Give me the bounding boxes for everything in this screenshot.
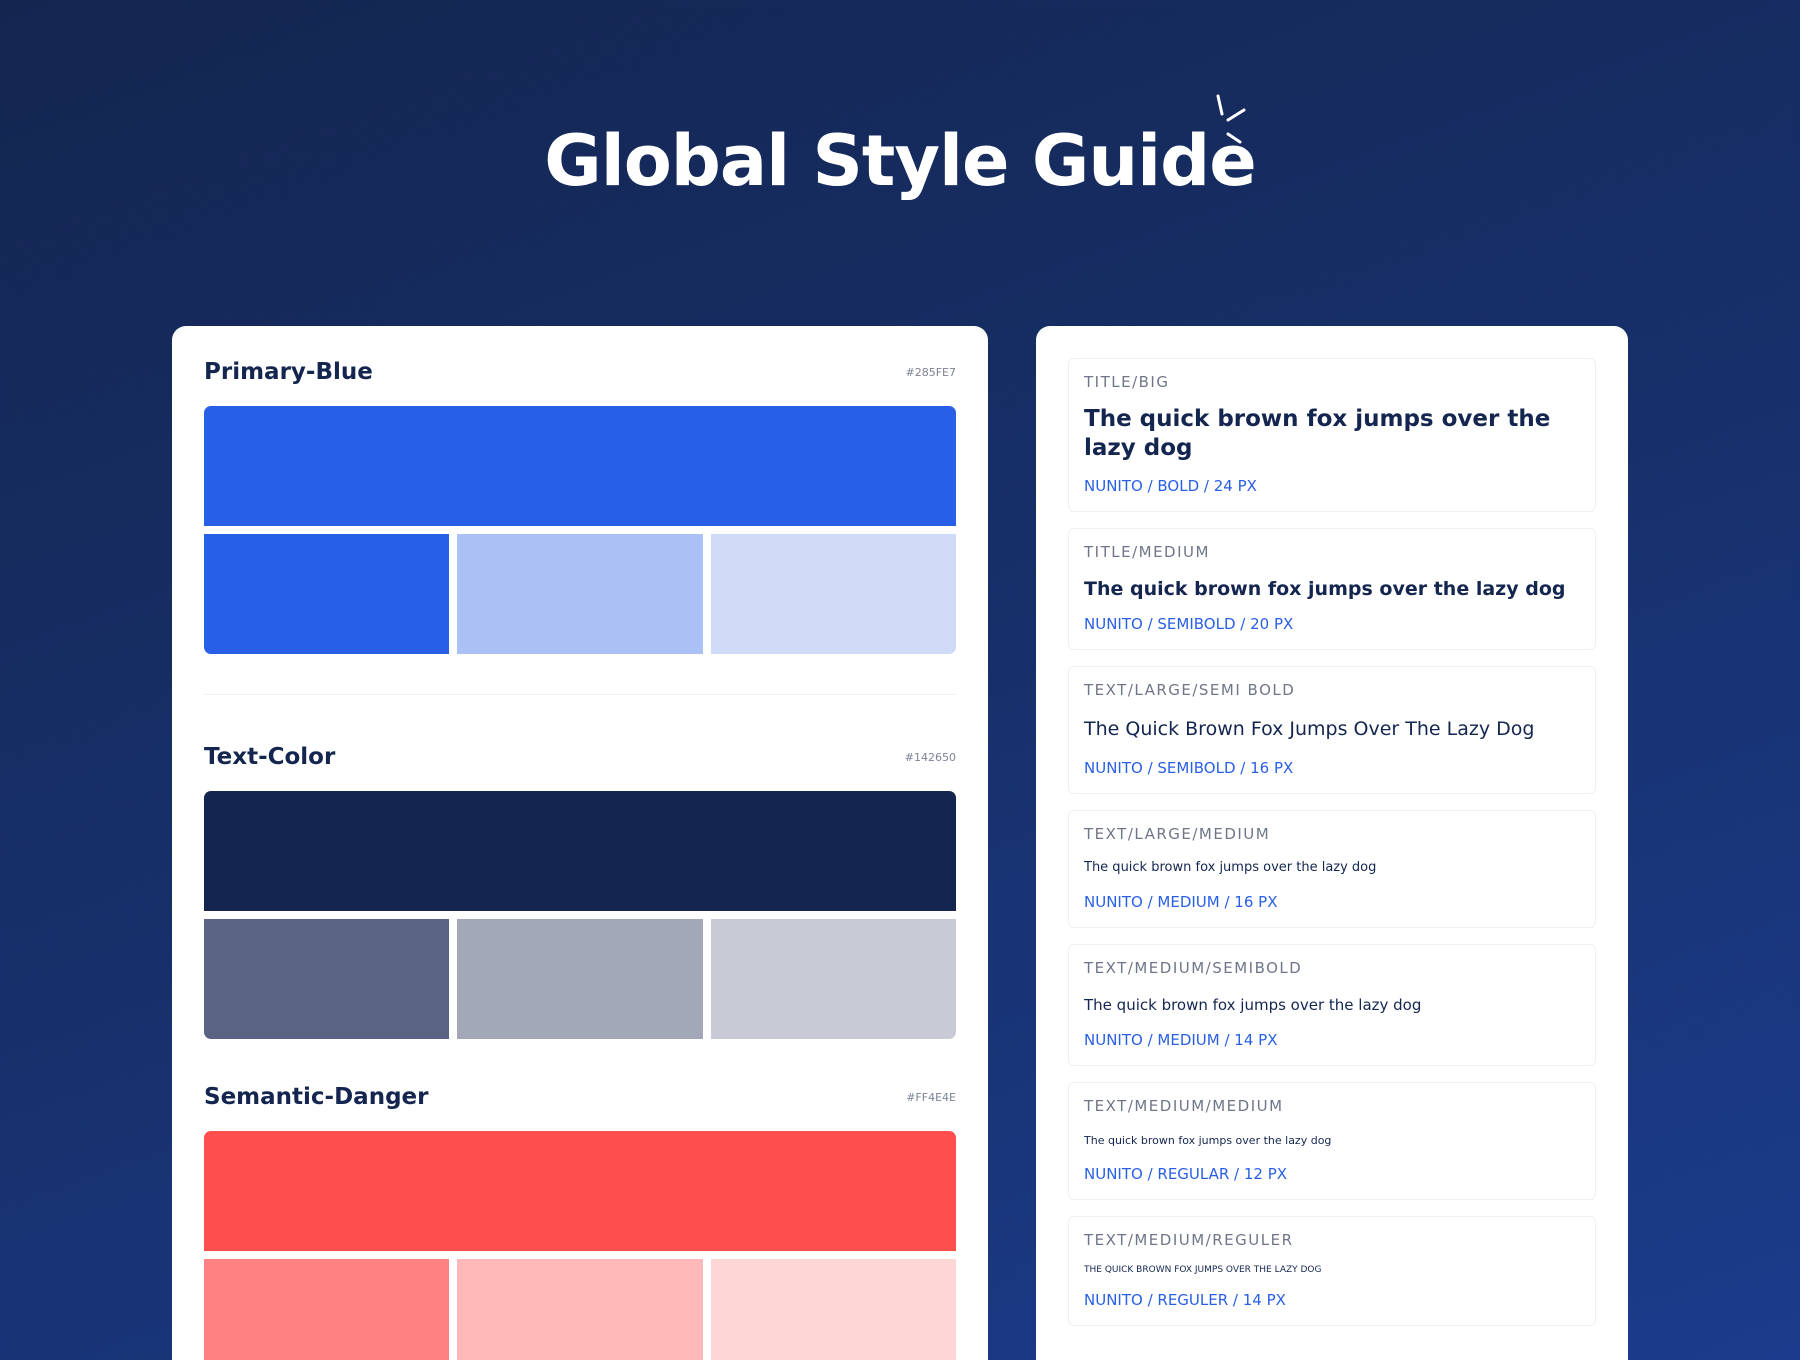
type-spec: NUNITO / BOLD / 24 PX xyxy=(1084,477,1257,495)
main-swatch[interactable] xyxy=(204,406,956,526)
type-sample: The quick brown fox jumps over the lazy … xyxy=(1084,578,1566,600)
type-item-text-medium-semibold: TEXT/MEDIUM/SEMIBOLD The quick brown fox… xyxy=(1068,944,1596,1066)
shade-swatch[interactable] xyxy=(710,919,956,1039)
type-item-text-large-semibold: TEXT/LARGE/SEMI BOLD The Quick Brown Fox… xyxy=(1068,666,1596,794)
color-palette-card: Primary-Blue #285FE7 Text-Color #142650 … xyxy=(172,326,988,1360)
type-label: TEXT/MEDIUM/REGULER xyxy=(1084,1231,1294,1249)
shade-swatch[interactable] xyxy=(710,534,956,654)
type-sample: The quick brown fox jumps over the lazy … xyxy=(1084,860,1377,875)
type-item-title-medium: TITLE/MEDIUM The quick brown fox jumps o… xyxy=(1068,528,1596,650)
color-name: Text-Color xyxy=(204,744,336,770)
color-hex: #285FE7 xyxy=(905,365,957,379)
shade-swatch[interactable] xyxy=(457,534,703,654)
main-swatch[interactable] xyxy=(204,1131,956,1251)
sparkle-icon xyxy=(1216,94,1246,144)
color-group-semantic-danger: Semantic-Danger #FF4E4E xyxy=(204,1083,956,1360)
divider xyxy=(204,694,956,695)
type-sample: The Quick Brown Fox Jumps Over The Lazy … xyxy=(1084,718,1535,740)
main-swatch[interactable] xyxy=(204,791,956,911)
type-label: TEXT/MEDIUM/MEDIUM xyxy=(1084,1097,1284,1115)
shade-swatch[interactable] xyxy=(457,1259,703,1360)
type-item-text-medium-medium: TEXT/MEDIUM/MEDIUM The quick brown fox j… xyxy=(1068,1082,1596,1200)
shade-swatch[interactable] xyxy=(204,919,450,1039)
type-spec: NUNITO / REGULER / 14 PX xyxy=(1084,1291,1286,1309)
type-label: TEXT/LARGE/SEMI BOLD xyxy=(1084,681,1296,699)
color-hex: #142650 xyxy=(904,750,956,764)
type-sample: THE QUICK BROWN FOX JUMPS OVER THE LAZY … xyxy=(1084,1265,1322,1275)
type-label: TEXT/MEDIUM/SEMIBOLD xyxy=(1084,959,1303,977)
color-name: Semantic-Danger xyxy=(204,1084,429,1110)
type-item-text-medium-reguler: TEXT/MEDIUM/REGULER THE QUICK BROWN FOX … xyxy=(1068,1216,1596,1326)
page-title: Global Style Guide xyxy=(544,120,1256,202)
type-spec: NUNITO / REGULAR / 12 PX xyxy=(1084,1165,1288,1183)
type-spec: NUNITO / MEDIUM / 16 PX xyxy=(1084,893,1278,911)
color-group-primary-blue: Primary-Blue #285FE7 xyxy=(204,358,956,654)
shade-swatch[interactable] xyxy=(204,534,450,654)
type-item-text-large-medium: TEXT/LARGE/MEDIUM The quick brown fox ju… xyxy=(1068,810,1596,928)
type-label: TEXT/LARGE/MEDIUM xyxy=(1084,825,1271,843)
type-item-title-big: TITLE/BIG The quick brown fox jumps over… xyxy=(1068,358,1596,512)
type-spec: NUNITO / SEMIBOLD / 20 PX xyxy=(1084,615,1294,633)
shade-swatch[interactable] xyxy=(710,1259,956,1360)
color-hex: #FF4E4E xyxy=(906,1090,956,1104)
color-group-text-color: Text-Color #142650 xyxy=(204,743,956,1039)
type-label: TITLE/BIG xyxy=(1084,373,1170,391)
color-name: Primary-Blue xyxy=(204,359,373,385)
typography-card: TITLE/BIG The quick brown fox jumps over… xyxy=(1036,326,1628,1360)
shade-swatch[interactable] xyxy=(457,919,703,1039)
type-spec: NUNITO / MEDIUM / 14 PX xyxy=(1084,1031,1278,1049)
type-label: TITLE/MEDIUM xyxy=(1084,543,1210,561)
type-spec: NUNITO / SEMIBOLD / 16 PX xyxy=(1084,759,1294,777)
type-sample: The quick brown fox jumps over the lazy … xyxy=(1084,1134,1332,1147)
type-sample: The quick brown fox jumps over the lazy … xyxy=(1084,406,1551,461)
type-sample: The quick brown fox jumps over the lazy … xyxy=(1084,996,1422,1014)
shade-swatch[interactable] xyxy=(204,1259,450,1360)
